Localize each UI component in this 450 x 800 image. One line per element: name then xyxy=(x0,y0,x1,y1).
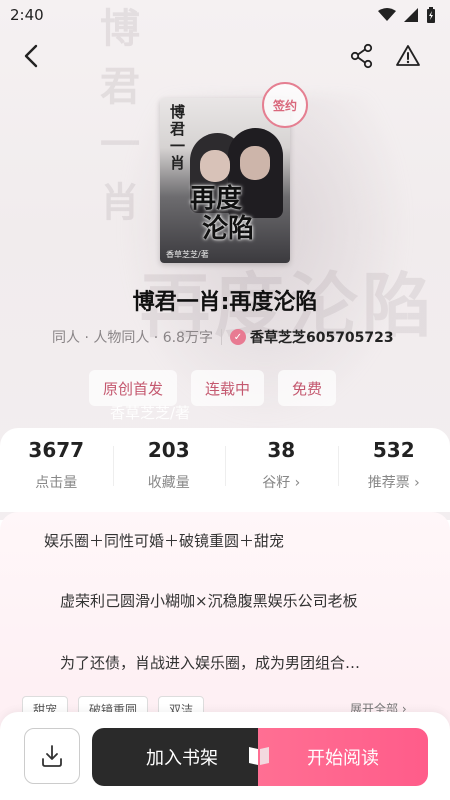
status-icons xyxy=(378,7,436,23)
tag-original: 原创首发 xyxy=(89,370,178,406)
stat-label: 推荐票 › xyxy=(367,475,420,491)
synopsis-line-3: 为了还债，肖战进入娱乐圈，成为男团组合… xyxy=(60,654,361,672)
top-nav xyxy=(0,38,450,74)
stat-label: 点击量 xyxy=(35,475,78,491)
background-watermark-title: 博 君 一 肖 xyxy=(100,5,140,226)
stat-label: 收藏量 xyxy=(147,475,190,491)
stat-value: 3677 xyxy=(28,438,85,462)
stat-label: 谷籽 › xyxy=(262,475,301,491)
battery-icon xyxy=(427,7,435,23)
stat-value: 38 xyxy=(267,438,296,462)
book-title: 博君一肖:再度沦陷 xyxy=(132,290,318,315)
cover-vertical-title: 博君一肖 xyxy=(170,103,186,172)
status-bar: 2:40 xyxy=(0,0,450,30)
cover-author-credit: 香草芝芝/著 xyxy=(166,250,209,259)
download-icon xyxy=(42,745,62,767)
bottom-action-bar: 加入书架 开始阅读 xyxy=(0,712,450,800)
status-time: 2:40 xyxy=(10,6,44,24)
signal-icon xyxy=(404,8,418,22)
meta-divider xyxy=(220,329,222,345)
book-category: 同人 · 人物同人 · 6.8万字 xyxy=(52,330,213,346)
report-warning-icon[interactable] xyxy=(394,42,422,70)
stat-grains[interactable]: 38 谷籽 › xyxy=(225,428,338,512)
add-to-shelf-button[interactable]: 加入书架 xyxy=(92,728,272,786)
wifi-icon xyxy=(378,8,396,21)
cover-title: 再度 沦陷 xyxy=(190,184,255,244)
stat-value: 532 xyxy=(372,438,415,462)
download-button[interactable] xyxy=(24,728,80,784)
synopsis-line-2: 虚荣利己圆滑小糊咖×沉稳腹黑娱乐公司老板 xyxy=(60,592,358,610)
signed-badge: 签约 xyxy=(262,82,308,128)
chevron-right-icon: › xyxy=(294,475,301,491)
tag-free: 免费 xyxy=(278,370,337,406)
status-tags: 原创首发 连载中 免费 xyxy=(89,370,337,406)
book-meta: 同人 · 人物同人 · 6.8万字 ✓ 香草芝芝605705723 xyxy=(52,326,394,348)
back-arrow-icon[interactable] xyxy=(18,42,46,70)
start-reading-button[interactable]: 开始阅读 xyxy=(258,728,428,786)
open-book-icon xyxy=(249,747,269,765)
cover-face-left xyxy=(200,150,230,182)
cover-face-right xyxy=(240,146,270,180)
author-verified-icon: ✓ xyxy=(229,329,246,345)
author-name[interactable]: 香草芝芝605705723 xyxy=(250,327,394,347)
chevron-right-icon: › xyxy=(414,475,420,491)
stat-clicks: 3677 点击量 xyxy=(0,428,113,512)
synopsis-line-1: 娱乐圈＋同性可婚＋破镜重圆＋甜宠 xyxy=(44,532,285,550)
stat-value: 203 xyxy=(147,438,190,462)
tag-serializing: 连载中 xyxy=(191,370,265,406)
share-icon[interactable] xyxy=(348,42,376,70)
stat-recommend-tickets[interactable]: 532 推荐票 › xyxy=(337,428,450,512)
stats-panel: 3677 点击量 203 收藏量 38 谷籽 › 532 推荐票 › xyxy=(0,428,450,512)
stat-favorites: 203 收藏量 xyxy=(112,428,226,512)
